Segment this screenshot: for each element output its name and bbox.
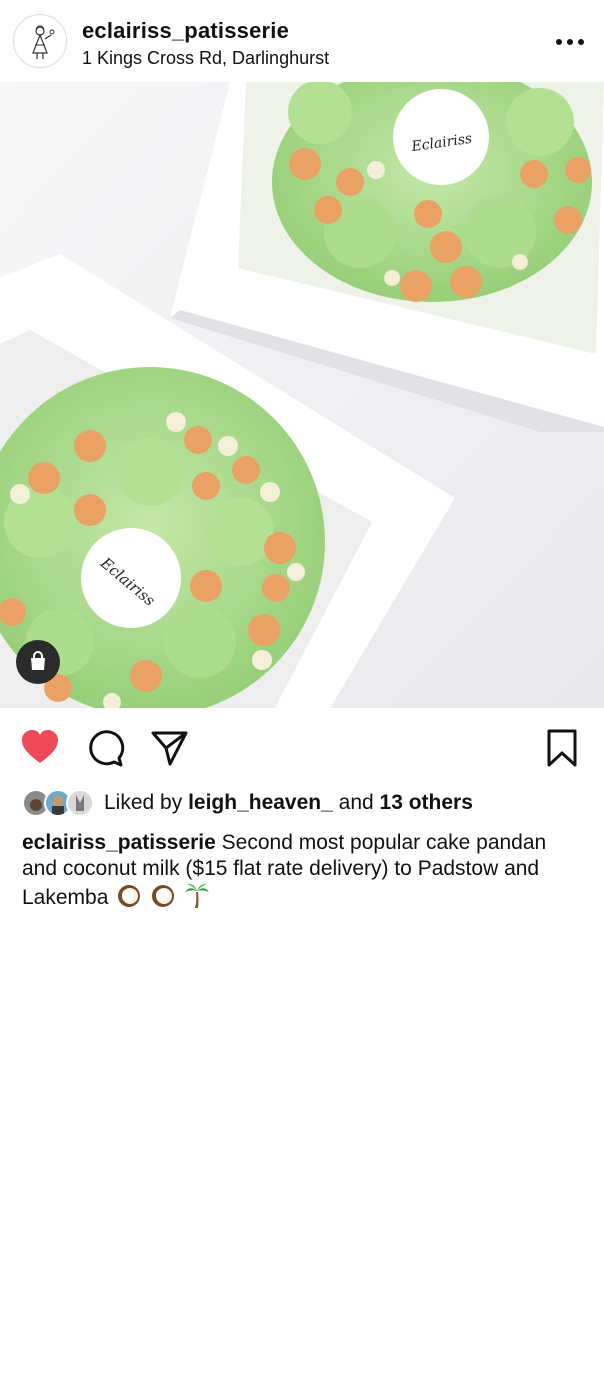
avatar-illustration: [15, 16, 66, 67]
likes-joiner: and: [338, 791, 374, 814]
cake-photo-illustration: Eclairiss Eclairiss: [0, 82, 604, 708]
bookmark-icon[interactable]: [542, 728, 582, 768]
paper-plane-icon[interactable]: [150, 728, 190, 768]
profile-avatar[interactable]: [13, 14, 67, 68]
post-caption: eclairiss_patisserie Second most popular…: [22, 830, 587, 915]
post-photo[interactable]: Eclairiss Eclairiss: [0, 82, 604, 708]
palm-tree-icon: [184, 882, 210, 915]
liker-avatar: [66, 789, 94, 817]
more-options-icon[interactable]: [552, 28, 588, 56]
likes-row[interactable]: Liked by leigh_heaven_ and 13 others: [22, 788, 592, 818]
likes-prefix: Liked by: [104, 791, 183, 814]
heart-filled-icon[interactable]: [20, 728, 60, 768]
coconut-icon: [150, 884, 176, 915]
post-username[interactable]: eclairiss_patisserie: [82, 18, 289, 44]
post-actions: [0, 708, 604, 788]
post-location[interactable]: 1 Kings Cross Rd, Darlinghurst: [82, 48, 329, 69]
caption-username[interactable]: eclairiss_patisserie: [22, 831, 216, 854]
comment-icon[interactable]: [85, 728, 125, 768]
likes-summary: Liked by leigh_heaven_ and 13 others: [104, 791, 473, 815]
likes-others-count[interactable]: 13 others: [380, 791, 473, 814]
coconut-icon: [116, 884, 142, 915]
shopping-bag-icon[interactable]: [16, 640, 60, 684]
liker-username[interactable]: leigh_heaven_: [188, 791, 333, 814]
post-header: eclairiss_patisserie 1 Kings Cross Rd, D…: [0, 0, 604, 82]
